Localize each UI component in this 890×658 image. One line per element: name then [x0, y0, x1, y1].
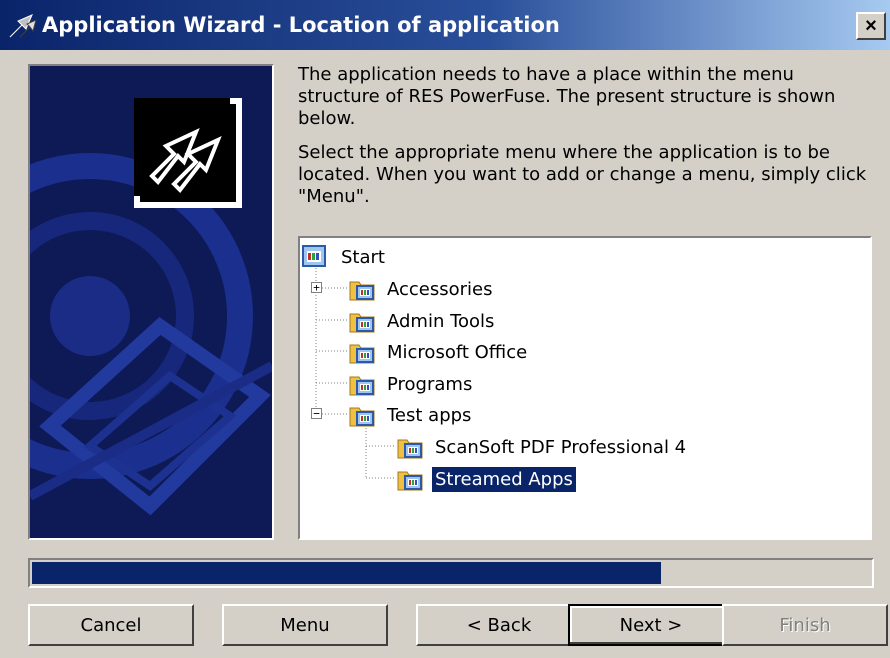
menu-folder-icon — [348, 402, 376, 428]
instruction-paragraph-1: The application needs to have a place wi… — [298, 64, 836, 129]
progress-fill — [32, 562, 661, 584]
wizard-icon — [8, 11, 38, 39]
tree-node-label: Programs — [387, 373, 473, 395]
tree-node-streamed-apps[interactable]: Streamed Apps — [396, 464, 577, 494]
menu-folder-icon — [396, 434, 424, 460]
title-bar[interactable]: Application Wizard - Location of applica… — [0, 0, 890, 50]
menu-folder-icon — [348, 371, 376, 397]
menu-folder-icon — [348, 339, 376, 365]
tree-node-admin-tools[interactable]: Admin Tools — [348, 306, 497, 336]
tree-node-label: Test apps — [387, 404, 472, 426]
tree-node-accessories[interactable]: Accessories — [348, 274, 496, 304]
menu-folder-icon — [396, 466, 424, 492]
menu-button[interactable]: Menu — [222, 604, 388, 646]
tree-node-label: Accessories — [387, 278, 493, 300]
instruction-paragraph-2: Select the appropriate menu where the ap… — [298, 142, 867, 207]
tree-node-microsoft-office[interactable]: Microsoft Office — [348, 337, 530, 367]
tree-node-label: ScanSoft PDF Professional 4 — [435, 436, 687, 458]
tree-node-label: Microsoft Office — [387, 341, 528, 363]
wizard-window: Application Wizard - Location of applica… — [0, 0, 890, 658]
cancel-button[interactable]: Cancel — [28, 604, 194, 646]
collapse-icon[interactable]: − — [311, 408, 322, 419]
instructions-text: The application needs to have a place wi… — [298, 64, 878, 220]
tree-node-programs[interactable]: Programs — [348, 369, 475, 399]
finish-button: Finish — [722, 604, 888, 646]
next-button[interactable]: Next > — [568, 604, 734, 646]
tree-node-label-selected: Streamed Apps — [431, 465, 577, 493]
tree-node-label: Admin Tools — [387, 310, 495, 332]
expand-icon[interactable]: + — [311, 282, 322, 293]
tree-node-label: Start — [341, 246, 385, 268]
back-button[interactable]: < Back — [416, 604, 582, 646]
menu-tree[interactable]: Start + Accessories Admin Tools Microsof… — [298, 236, 872, 540]
menu-folder-icon — [348, 308, 376, 334]
wizard-arrows-icon — [134, 98, 242, 208]
menu-folder-icon — [348, 276, 376, 302]
menu-root-icon — [302, 244, 330, 270]
window-title: Application Wizard - Location of applica… — [42, 13, 560, 37]
progress-bar — [28, 558, 874, 588]
close-button[interactable]: × — [856, 12, 886, 40]
tree-node-test-apps[interactable]: Test apps — [348, 400, 474, 430]
tree-node-scansoft-pdf[interactable]: ScanSoft PDF Professional 4 — [396, 432, 689, 462]
close-icon: × — [865, 14, 877, 37]
tree-node-start[interactable]: Start — [302, 242, 388, 272]
wizard-side-image — [28, 64, 274, 540]
